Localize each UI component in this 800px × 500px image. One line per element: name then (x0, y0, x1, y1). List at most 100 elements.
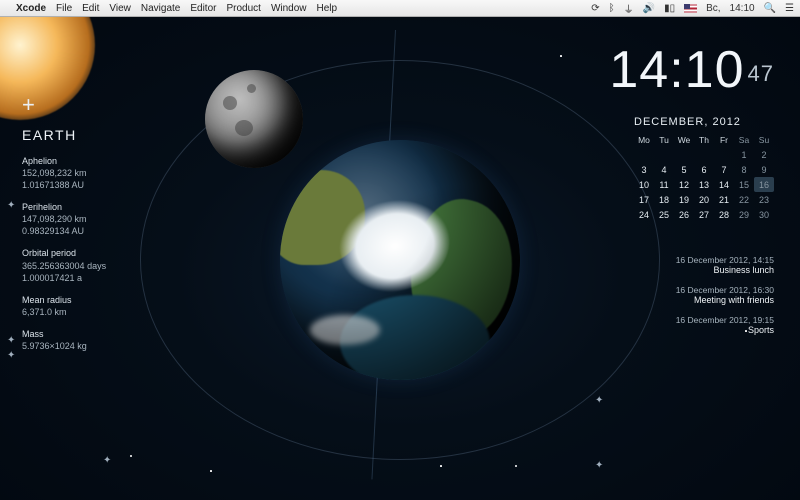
info-block: Orbital period365.256363004 days1.000017… (22, 247, 106, 283)
event-title: Sports (676, 325, 774, 335)
battery-icon[interactable]: ▮▯ (664, 3, 675, 14)
star: ✦ (595, 460, 603, 471)
volume-icon[interactable]: 🔊 (643, 3, 655, 14)
calendar-day[interactable]: 24 (634, 207, 654, 222)
app-name[interactable]: Xcode (16, 3, 46, 14)
add-icon[interactable]: + (22, 90, 106, 120)
info-value: 1.01671388 AU (22, 179, 106, 191)
calendar-day[interactable]: 8 (734, 162, 754, 177)
info-value: 152,098,232 km (22, 167, 106, 179)
calendar-day[interactable]: 14 (714, 177, 734, 192)
menu-view[interactable]: View (109, 3, 131, 14)
menu-navigate[interactable]: Navigate (141, 3, 180, 14)
info-value: 0.98329134 AU (22, 225, 106, 237)
calendar-day (654, 147, 674, 162)
calendar-day[interactable]: 16 (754, 177, 774, 192)
planet-name: EARTH (22, 126, 106, 145)
planet-info-panel: + EARTH Aphelion152,098,232 km1.01671388… (22, 90, 106, 362)
calendar-dow: Sa (734, 132, 754, 147)
clock-hhmm: 14:10 (609, 41, 744, 99)
clock-widget: 14:1047 (609, 40, 774, 100)
events-list: 16 December 2012, 14:15Business lunch16 … (676, 255, 774, 345)
calendar-day[interactable]: 17 (634, 192, 654, 207)
star: ✦ (595, 395, 603, 406)
input-source-flag-icon[interactable] (684, 4, 697, 13)
calendar-day[interactable]: 19 (674, 192, 694, 207)
menu-file[interactable]: File (56, 3, 72, 14)
menu-window[interactable]: Window (271, 3, 307, 14)
calendar-day (634, 147, 654, 162)
event-datetime: 16 December 2012, 16:30 (676, 285, 774, 295)
calendar-day[interactable]: 20 (694, 192, 714, 207)
spotlight-icon[interactable]: 🔍 (764, 3, 776, 14)
event-item[interactable]: 16 December 2012, 16:30Meeting with frie… (676, 285, 774, 305)
menu-editor[interactable]: Editor (190, 3, 216, 14)
menubar-time[interactable]: 14:10 (730, 3, 755, 14)
calendar-day[interactable]: 9 (754, 162, 774, 177)
wifi-icon[interactable]: ⏚ (624, 1, 634, 16)
bluetooth-icon[interactable]: ᛒ (609, 3, 615, 14)
calendar-day[interactable]: 26 (674, 207, 694, 222)
info-label: Perihelion (22, 201, 106, 213)
calendar-day[interactable]: 4 (654, 162, 674, 177)
calendar-dow: Su (754, 132, 774, 147)
info-value: 1.000017421 a (22, 272, 106, 284)
info-label: Aphelion (22, 155, 106, 167)
calendar-dow: We (674, 132, 694, 147)
calendar-day[interactable]: 1 (734, 147, 754, 162)
calendar-day[interactable]: 22 (734, 192, 754, 207)
event-datetime: 16 December 2012, 19:15 (676, 315, 774, 325)
macos-menubar: Xcode File Edit View Navigate Editor Pro… (0, 0, 800, 17)
info-value: 6,371.0 km (22, 306, 106, 318)
event-item[interactable]: 16 December 2012, 14:15Business lunch (676, 255, 774, 275)
calendar-day[interactable]: 13 (694, 177, 714, 192)
menu-help[interactable]: Help (317, 3, 338, 14)
calendar-day[interactable]: 21 (714, 192, 734, 207)
notifications-icon[interactable]: ☰ (785, 3, 794, 14)
info-value: 147,098,290 km (22, 213, 106, 225)
calendar-day[interactable]: 12 (674, 177, 694, 192)
calendar-day[interactable]: 7 (714, 162, 734, 177)
star: ✦ (7, 200, 15, 211)
calendar-day[interactable]: 6 (694, 162, 714, 177)
calendar-day[interactable]: 3 (634, 162, 654, 177)
calendar-day (674, 147, 694, 162)
calendar-day[interactable]: 30 (754, 207, 774, 222)
star (515, 465, 517, 467)
calendar-day[interactable]: 27 (694, 207, 714, 222)
calendar-dow: Mo (634, 132, 654, 147)
calendar-day (694, 147, 714, 162)
info-block: Mean radius6,371.0 km (22, 294, 106, 318)
star (560, 55, 562, 57)
calendar-day[interactable]: 15 (734, 177, 754, 192)
calendar-day[interactable]: 11 (654, 177, 674, 192)
calendar-grid: MoTuWeThFrSaSu 1234567891011121314151617… (634, 132, 774, 222)
event-title: Business lunch (676, 265, 774, 275)
calendar-day[interactable]: 29 (734, 207, 754, 222)
menubar-day: Bc, (706, 3, 720, 14)
event-title: Meeting with friends (676, 295, 774, 305)
info-block: Mass5.9736×1024 kg (22, 328, 106, 352)
calendar-day[interactable]: 5 (674, 162, 694, 177)
calendar-day[interactable]: 2 (754, 147, 774, 162)
calendar-day[interactable]: 23 (754, 192, 774, 207)
moon-sphere (205, 70, 303, 168)
earth-sphere (280, 140, 520, 380)
event-item[interactable]: 16 December 2012, 19:15Sports (676, 315, 774, 335)
menu-product[interactable]: Product (226, 3, 260, 14)
info-block: Aphelion152,098,232 km1.01671388 AU (22, 155, 106, 191)
calendar-day[interactable]: 10 (634, 177, 654, 192)
calendar-day[interactable]: 25 (654, 207, 674, 222)
star (210, 470, 212, 472)
calendar-day[interactable]: 18 (654, 192, 674, 207)
calendar-widget: DECEMBER, 2012 MoTuWeThFrSaSu 1234567891… (634, 116, 774, 222)
calendar-month: DECEMBER, 2012 (634, 116, 774, 128)
star: ✦ (7, 350, 15, 361)
sync-icon[interactable]: ⟳ (591, 3, 599, 14)
event-datetime: 16 December 2012, 14:15 (676, 255, 774, 265)
menu-edit[interactable]: Edit (82, 3, 99, 14)
star: ✦ (103, 455, 111, 466)
calendar-day[interactable]: 28 (714, 207, 734, 222)
star (130, 455, 132, 457)
info-value: 365.256363004 days (22, 260, 106, 272)
